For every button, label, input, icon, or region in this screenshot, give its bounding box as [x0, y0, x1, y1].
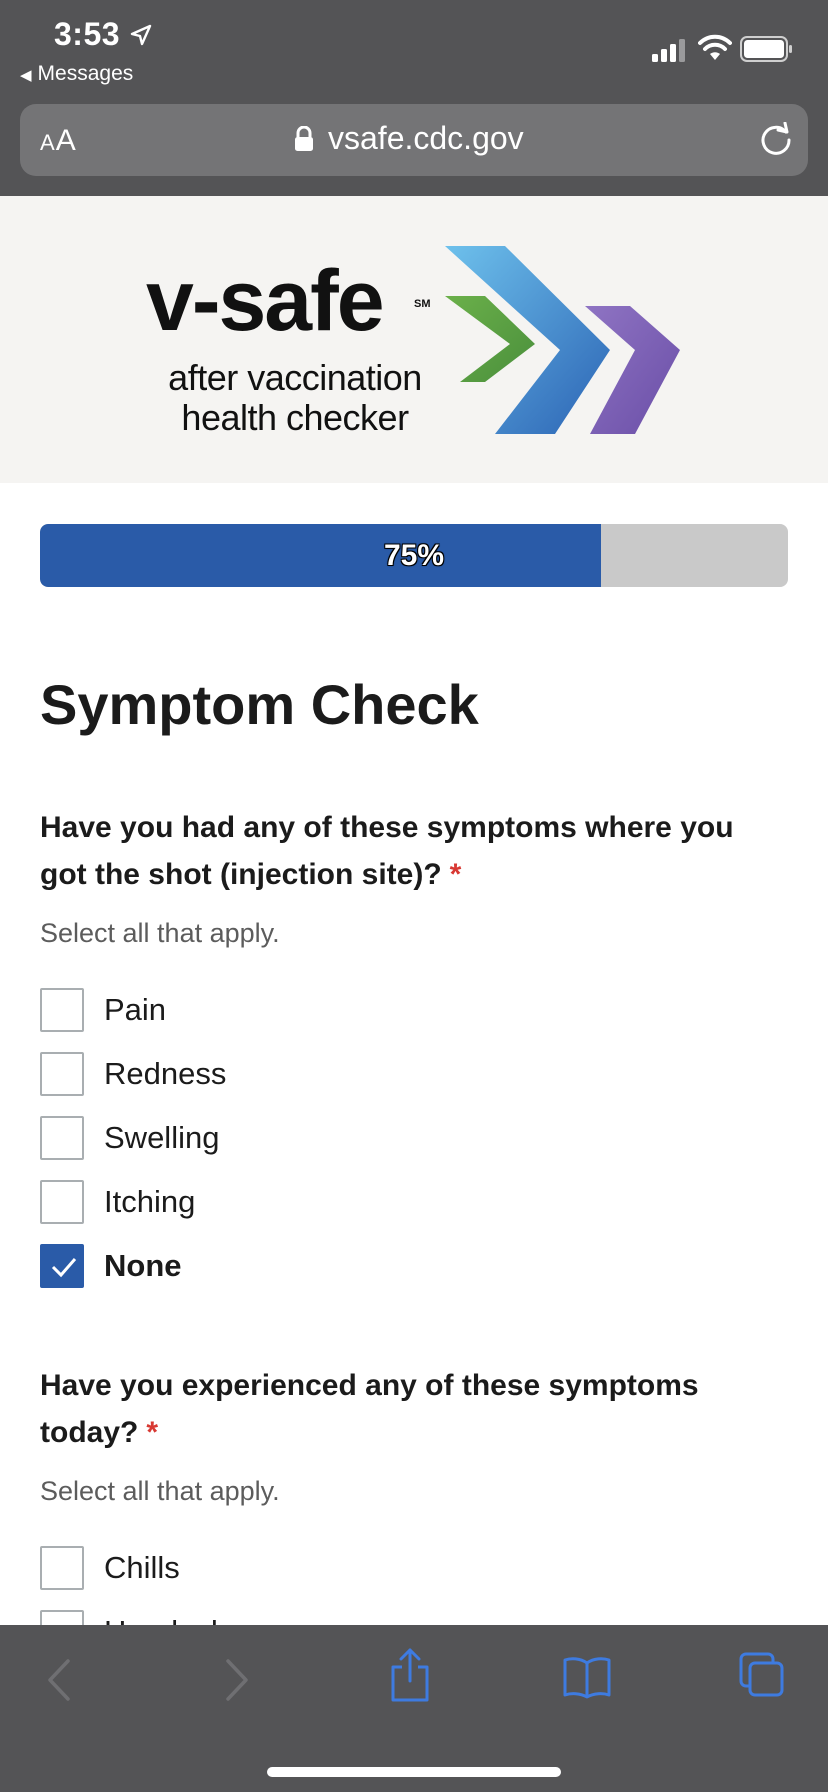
- back-app-label: Messages: [37, 62, 134, 85]
- checkbox-option-pain[interactable]: Pain: [40, 986, 166, 1034]
- question-injection-site: Have you had any of these symptoms where…: [40, 804, 780, 898]
- battery-icon: [740, 36, 792, 62]
- logo-wordmark: v-safe: [146, 253, 385, 349]
- checkbox-label[interactable]: None: [104, 1248, 182, 1284]
- site-header-logo: v-safe SM after vaccination health check…: [0, 196, 828, 483]
- checkbox-label[interactable]: Swelling: [104, 1120, 219, 1156]
- logo-chevrons-graphic: [445, 246, 680, 434]
- checkbox-label[interactable]: Chills: [104, 1550, 180, 1586]
- book-icon[interactable]: [562, 1655, 612, 1699]
- checkbox-label[interactable]: Pain: [104, 992, 166, 1028]
- question-hint: Select all that apply.: [40, 1476, 280, 1506]
- checkbox-label[interactable]: Redness: [104, 1056, 226, 1092]
- share-icon[interactable]: [388, 1647, 432, 1703]
- question-text: Have you had any of these symptoms where…: [40, 811, 734, 891]
- checkbox[interactable]: [40, 1116, 84, 1160]
- home-indicator[interactable]: [267, 1767, 561, 1777]
- progress-bar: 75%: [40, 524, 788, 587]
- lock-icon: [295, 126, 313, 151]
- browser-top-bar: 3:53 ◀ Messages AA vsafe.cdc.gov: [0, 0, 828, 196]
- checkbox-option-itching[interactable]: Itching: [40, 1178, 195, 1226]
- checkbox-label[interactable]: Itching: [104, 1184, 195, 1220]
- address-bar[interactable]: AA vsafe.cdc.gov: [20, 104, 808, 176]
- page-title: Symptom Check: [40, 673, 479, 736]
- checkbox-checked[interactable]: [40, 1244, 84, 1288]
- required-asterisk: *: [449, 858, 462, 891]
- checkbox-option-swelling[interactable]: Swelling: [40, 1114, 219, 1162]
- back-to-app-link[interactable]: ◀ Messages: [20, 62, 133, 86]
- logo-tagline: after vaccination health checker: [168, 357, 422, 438]
- cellular-signal-icon: [652, 39, 685, 62]
- logo-service-mark: SM: [414, 298, 431, 310]
- url-text[interactable]: vsafe.cdc.gov: [328, 120, 524, 157]
- checkbox-option-none[interactable]: None: [40, 1242, 182, 1290]
- question-text: Have you experienced any of these sympto…: [40, 1369, 699, 1449]
- progress-label: 75%: [383, 538, 445, 572]
- chevron-left-icon[interactable]: [44, 1655, 74, 1705]
- chevron-right-icon[interactable]: [222, 1655, 252, 1705]
- tabs-icon[interactable]: [738, 1651, 786, 1699]
- checkmark-icon: [51, 1258, 77, 1278]
- question-hint: Select all that apply.: [40, 918, 280, 948]
- reload-icon[interactable]: [758, 122, 794, 158]
- status-time: 3:53: [54, 16, 121, 52]
- checkbox-option-chills[interactable]: Chills: [40, 1544, 180, 1592]
- checkbox[interactable]: [40, 988, 84, 1032]
- checkbox[interactable]: [40, 1052, 84, 1096]
- location-arrow-icon: [130, 24, 152, 46]
- text-size-button[interactable]: AA: [40, 124, 77, 158]
- question-symptoms-today: Have you experienced any of these sympto…: [40, 1362, 780, 1456]
- checkbox-option-redness[interactable]: Redness: [40, 1050, 226, 1098]
- back-triangle-icon: ◀: [20, 67, 32, 84]
- checkbox[interactable]: [40, 1180, 84, 1224]
- wifi-icon: [698, 34, 732, 60]
- required-asterisk: *: [146, 1416, 159, 1449]
- checkbox[interactable]: [40, 1546, 84, 1590]
